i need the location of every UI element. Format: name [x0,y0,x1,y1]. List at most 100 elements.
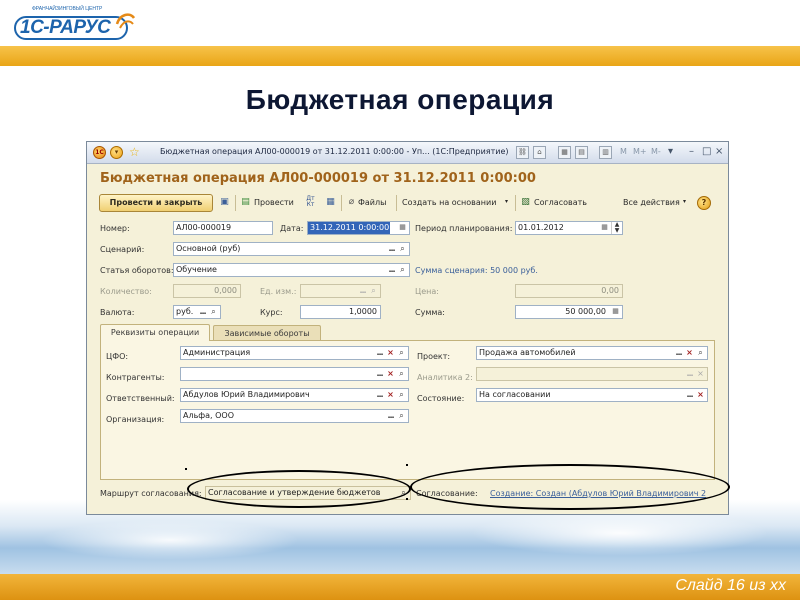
search-icon[interactable]: ⌕ [397,243,408,255]
tab-dependent-turnovers[interactable]: Зависимые обороты [213,325,321,341]
responsible-field[interactable]: Абдулов Юрий Владимирович ... × ⌕ [180,388,409,402]
currency-label: Валюта: [100,308,135,317]
period-field[interactable]: 01.01.2012 ▦ ▲ ▼ [515,221,623,235]
state-label: Состояние: [417,394,465,403]
select-dots-icon[interactable]: ... [374,389,385,401]
select-dots-icon[interactable]: ... [684,389,695,401]
slide-number: Слайд 16 из хх [675,577,786,594]
approve-icon[interactable]: ▧ [519,196,532,209]
rate-label: Курс: [260,308,283,317]
annotation-ellipse-route [187,470,411,508]
scenario-field[interactable]: Основной (руб) ... ⌕ [173,242,410,256]
chevron-down-icon[interactable]: ▾ [683,198,686,205]
clear-icon[interactable]: × [695,389,706,401]
memory-button-m-minus[interactable]: M- [651,147,661,156]
post-icon[interactable]: ▤ [239,196,252,209]
tab-operation-details[interactable]: Реквизиты операции [100,324,210,341]
project-field[interactable]: Продажа автомобилей ... × ⌕ [476,346,708,360]
paperclip-icon[interactable]: ⌀ [345,196,358,209]
memory-button-m[interactable]: M [620,147,627,156]
date-field[interactable]: 31.12.2011 0:00:00 ▦ [307,221,410,235]
clear-icon[interactable]: × [385,347,396,359]
search-icon[interactable]: ⌕ [396,389,407,401]
window-menu-dropdown-icon[interactable]: ▾ [668,146,673,158]
report-icon[interactable]: ▦ [324,196,337,209]
window-menu-icon[interactable]: ▾ [110,146,123,159]
post-and-close-button[interactable]: Провести и закрыть [99,194,213,212]
organization-field[interactable]: Альфа, ООО ... ⌕ [180,409,409,423]
chevron-down-icon[interactable]: ▾ [505,198,508,205]
all-actions-button[interactable]: Все действия [623,198,680,207]
price-field[interactable]: 0,00 [515,284,623,298]
link-icon[interactable]: ⛓ [516,146,529,159]
search-icon[interactable]: ⌕ [397,264,408,276]
project-value: Продажа автомобилей [479,348,576,357]
search-icon[interactable]: ⌕ [396,347,407,359]
calendar-icon[interactable]: ▦ [397,222,408,234]
clear-icon[interactable]: × [385,368,396,380]
files-button[interactable]: Файлы [358,198,386,207]
favorite-star-icon[interactable]: ☆ [129,145,140,159]
scenario-value: Основной (руб) [176,244,241,253]
create-based-on-button[interactable]: Создать на основании [402,198,496,207]
unit-field[interactable]: ... ⌕ [300,284,381,298]
calendar-icon[interactable]: ▤ [575,146,588,159]
search-icon[interactable]: ⌕ [368,285,379,297]
search-icon[interactable]: ⌕ [695,347,706,359]
annotation-ellipse-approval [410,464,730,510]
select-dots-icon[interactable]: ... [197,306,208,318]
organization-value: Альфа, ООО [183,411,235,420]
currency-field[interactable]: руб. ... ⌕ [173,305,221,319]
contractors-field[interactable]: ... × ⌕ [180,367,409,381]
calculator-icon[interactable]: ▦ [610,306,621,318]
toolbar-separator [515,195,516,211]
quantity-label: Количество: [100,287,152,296]
search-icon[interactable]: ⌕ [396,368,407,380]
calculator-icon[interactable]: ▦ [558,146,571,159]
article-field[interactable]: Обучение ... ⌕ [173,263,410,277]
state-value: На согласовании [479,390,551,399]
dt-kt-icon[interactable]: Дт Кт [304,196,317,209]
select-dots-icon[interactable]: ... [374,347,385,359]
amount-field[interactable]: 50 000,00 ▦ [515,305,623,319]
home-icon[interactable]: ⌂ [533,146,546,159]
state-field[interactable]: На согласовании ... × [476,388,708,402]
annotation-dot [185,468,187,470]
analytics2-field[interactable]: ... × [476,367,708,381]
select-dots-icon[interactable]: ... [673,347,684,359]
approve-button[interactable]: Согласовать [534,198,587,207]
select-dots-icon[interactable]: ... [386,264,397,276]
spin-updown-icon[interactable]: ▲ ▼ [611,222,622,234]
select-dots-icon[interactable]: ... [684,368,695,380]
select-dots-icon[interactable]: ... [386,243,397,255]
minimize-icon[interactable]: – [689,146,694,158]
header-orange-band [0,46,800,66]
clear-icon[interactable]: × [385,389,396,401]
calendar-icon[interactable]: ▦ [599,222,610,234]
contractors-label: Контрагенты: [106,373,165,382]
help-icon[interactable]: ? [697,196,711,210]
select-dots-icon[interactable]: ... [374,368,385,380]
search-icon[interactable]: ⌕ [396,410,407,422]
article-label: Статья оборотов: [100,266,174,275]
select-dots-icon[interactable]: ... [385,410,396,422]
app-1c-icon[interactable]: 1C [93,146,106,159]
clear-icon[interactable]: × [684,347,695,359]
save-icon[interactable]: ▣ [218,196,231,209]
search-icon[interactable]: ⌕ [208,306,219,318]
rate-field[interactable]: 1,0000 [300,305,381,319]
maximize-icon[interactable]: □ [702,146,711,158]
cfo-field[interactable]: Администрация ... × ⌕ [180,346,409,360]
scenario-sum-text: Сумма сценария: 50 000 руб. [415,266,538,275]
amount-value: 50 000,00 [565,307,606,316]
select-dots-icon[interactable]: ... [357,285,368,297]
post-button[interactable]: Провести [254,198,294,207]
quantity-field[interactable]: 0,000 [173,284,241,298]
document-icon[interactable]: ▥ [599,146,612,159]
memory-button-m-plus[interactable]: M+ [633,147,647,156]
annotation-dot [406,464,408,466]
clear-icon[interactable]: × [695,368,706,380]
close-icon[interactable]: × [715,146,723,158]
number-field[interactable]: АЛ00-000019 [173,221,273,235]
window-titlebar: 1C ▾ ☆ Бюджетная операция АЛ00-000019 от… [87,142,728,164]
